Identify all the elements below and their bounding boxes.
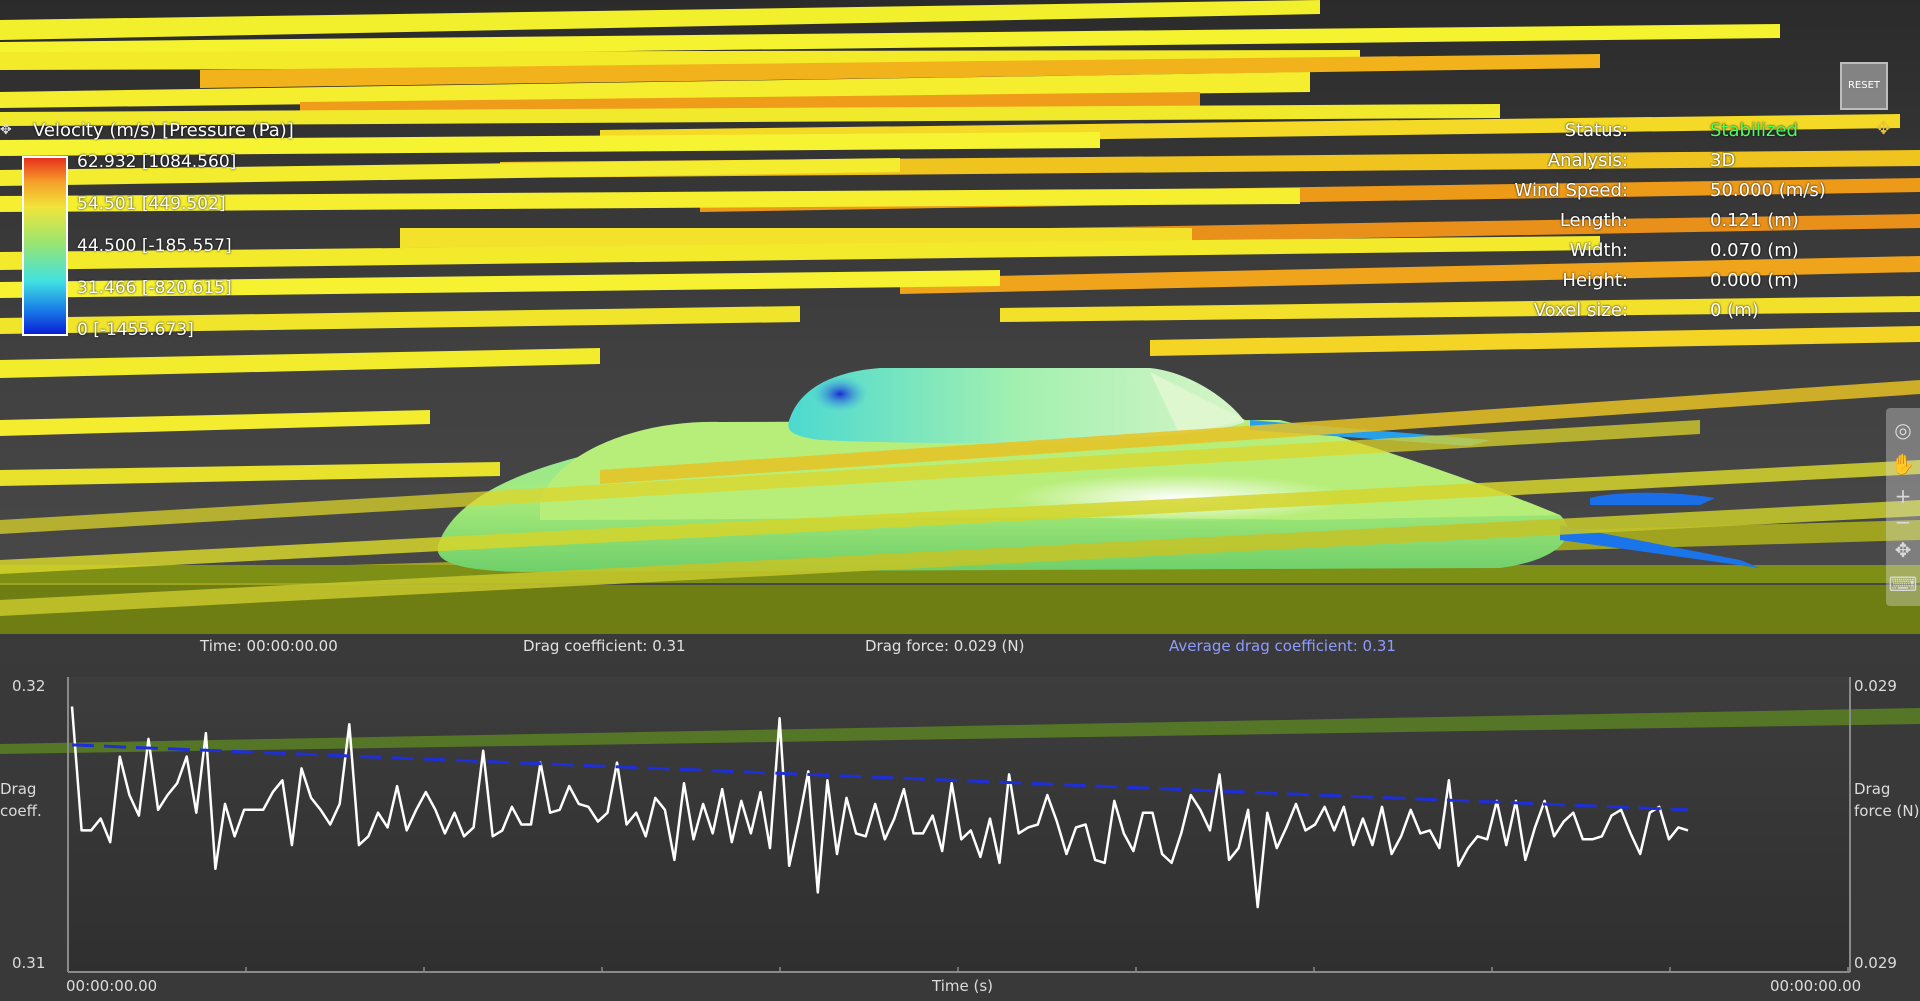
hand-icon[interactable]: ✋ <box>1886 446 1920 482</box>
y-left-bottom-tick: 0.31 <box>12 954 46 972</box>
x-axis-label: Time (s) <box>932 977 993 995</box>
status-value: Stabilized <box>1710 120 1798 141</box>
rotate-icon[interactable]: ✥ <box>1886 532 1920 568</box>
drag-graph-panel: 0.32 0.31 Drag coeff. 0.029 0.029 Drag f… <box>0 664 1920 1001</box>
x-start-tick: 00:00:00.00 <box>66 977 158 995</box>
view-toolbar: ◎ ✋ + − ✥ ⌨ <box>1886 408 1920 606</box>
height-value: 0.000 (m) <box>1710 270 1799 291</box>
y-left-top-tick: 0.32 <box>12 677 46 695</box>
y-right-label-line2: force (N) <box>1854 802 1920 820</box>
height-label: Height: <box>1562 270 1628 291</box>
legend-label-3: 44.500 [-185.557] <box>77 236 232 256</box>
width-value: 0.070 (m) <box>1710 240 1799 261</box>
simulation-status-bar: Time: 00:00:00.00 Drag coefficient: 0.31… <box>0 634 1920 664</box>
drag-coefficient-readout: Drag coefficient: 0.31 <box>523 637 686 655</box>
analysis-info-panel: Status: Stabilized Analysis: 3D Wind Spe… <box>1460 118 1860 328</box>
time-readout: Time: 00:00:00.00 <box>200 637 338 655</box>
drag-force-readout: Drag force: 0.029 (N) <box>865 637 1025 655</box>
legend-color-bar <box>22 156 68 336</box>
analysis-label: Analysis: <box>1547 150 1628 171</box>
y-left-label-line2: coeff. <box>0 802 42 820</box>
move-handle-icon[interactable]: ✥ <box>1876 118 1891 139</box>
length-label: Length: <box>1559 210 1628 231</box>
legend-label-min: 0 [-1455.673] <box>77 320 194 340</box>
width-label: Width: <box>1569 240 1628 261</box>
y-right-top-tick: 0.029 <box>1854 677 1897 695</box>
drag-graph <box>0 677 1920 973</box>
wind-speed-label: Wind Speed: <box>1514 180 1628 201</box>
3d-viewport[interactable]: ✥ Velocity (m/s) [Pressure (Pa)] 62.932 … <box>0 0 1920 640</box>
wind-speed-value: 50.000 (m/s) <box>1710 180 1826 201</box>
y-right-bottom-tick: 0.029 <box>1854 954 1897 972</box>
voxel-size-label: Voxel size: <box>1533 300 1628 321</box>
x-end-tick: 00:00:00.00 <box>1770 977 1862 995</box>
legend-label-4: 31.466 [-820.615] <box>77 278 232 298</box>
camera-icon[interactable]: ◎ <box>1886 412 1920 448</box>
color-legend[interactable]: ✥ Velocity (m/s) [Pressure (Pa)] 62.932 … <box>0 118 320 348</box>
legend-title: Velocity (m/s) [Pressure (Pa)] <box>33 120 294 141</box>
legend-label-2: 54.501 [449.502] <box>77 194 226 214</box>
voxel-size-value: 0 (m) <box>1710 300 1759 321</box>
y-left-label-line1: Drag <box>0 780 37 798</box>
reset-button[interactable]: RESET <box>1840 62 1888 110</box>
status-label: Status: <box>1564 120 1628 141</box>
length-value: 0.121 (m) <box>1710 210 1799 231</box>
y-right-label-line1: Drag <box>1854 780 1891 798</box>
legend-label-max: 62.932 [1084.560] <box>77 152 237 172</box>
analysis-value: 3D <box>1710 150 1736 171</box>
move-handle-icon[interactable]: ✥ <box>0 122 12 138</box>
keyboard-icon[interactable]: ⌨ <box>1886 566 1920 602</box>
average-drag-readout: Average drag coefficient: 0.31 <box>1169 637 1396 655</box>
